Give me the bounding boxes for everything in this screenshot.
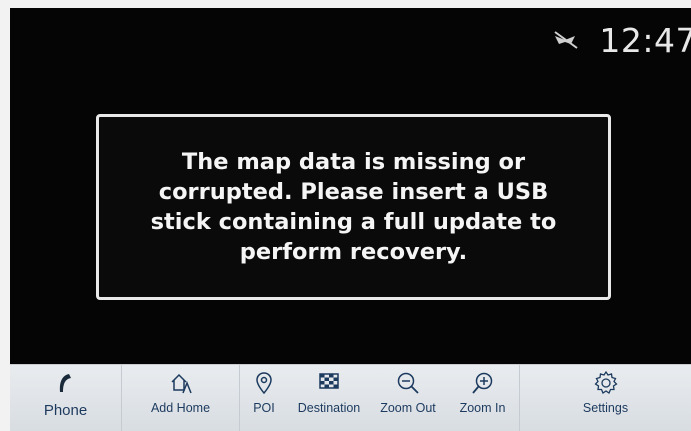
destination-flag-icon <box>319 373 339 389</box>
zoom-out-button[interactable]: Zoom Out <box>370 365 446 431</box>
settings-label: Settings <box>582 401 629 415</box>
settings-gear-icon <box>593 370 618 394</box>
status-bar: 12:47 <box>553 18 691 62</box>
clock: 12:47 <box>599 20 691 60</box>
error-message: The map data is missing or corrupted. Pl… <box>150 149 557 265</box>
zoom-in-label: Zoom In <box>459 401 506 415</box>
navigation-status-icon <box>554 31 578 49</box>
poi-button[interactable]: POI <box>240 365 288 431</box>
zoom-in-icon <box>471 372 492 394</box>
zoom-out-label: Zoom Out <box>380 401 436 415</box>
phone-button[interactable]: Phone <box>10 365 122 431</box>
destination-label: Destination <box>297 401 361 415</box>
destination-button[interactable]: Destination <box>288 365 370 431</box>
settings-button[interactable]: Settings <box>520 365 691 431</box>
display-screen: 12:47 The map data is missing or corrupt… <box>10 8 691 364</box>
poi-pin-icon <box>256 372 272 395</box>
add-home-icon <box>170 373 192 394</box>
add-home-button[interactable]: Add Home <box>122 365 240 431</box>
add-home-label: Add Home <box>150 401 211 415</box>
zoom-out-icon <box>397 372 419 394</box>
bottom-toolbar: Phone Add Home POI Destination Zoom Out … <box>10 364 691 431</box>
error-dialog[interactable]: The map data is missing or corrupted. Pl… <box>96 114 611 300</box>
phone-icon <box>59 374 71 392</box>
poi-label: POI <box>253 401 275 415</box>
zoom-in-button[interactable]: Zoom In <box>446 365 520 431</box>
phone-label: Phone <box>43 402 88 419</box>
